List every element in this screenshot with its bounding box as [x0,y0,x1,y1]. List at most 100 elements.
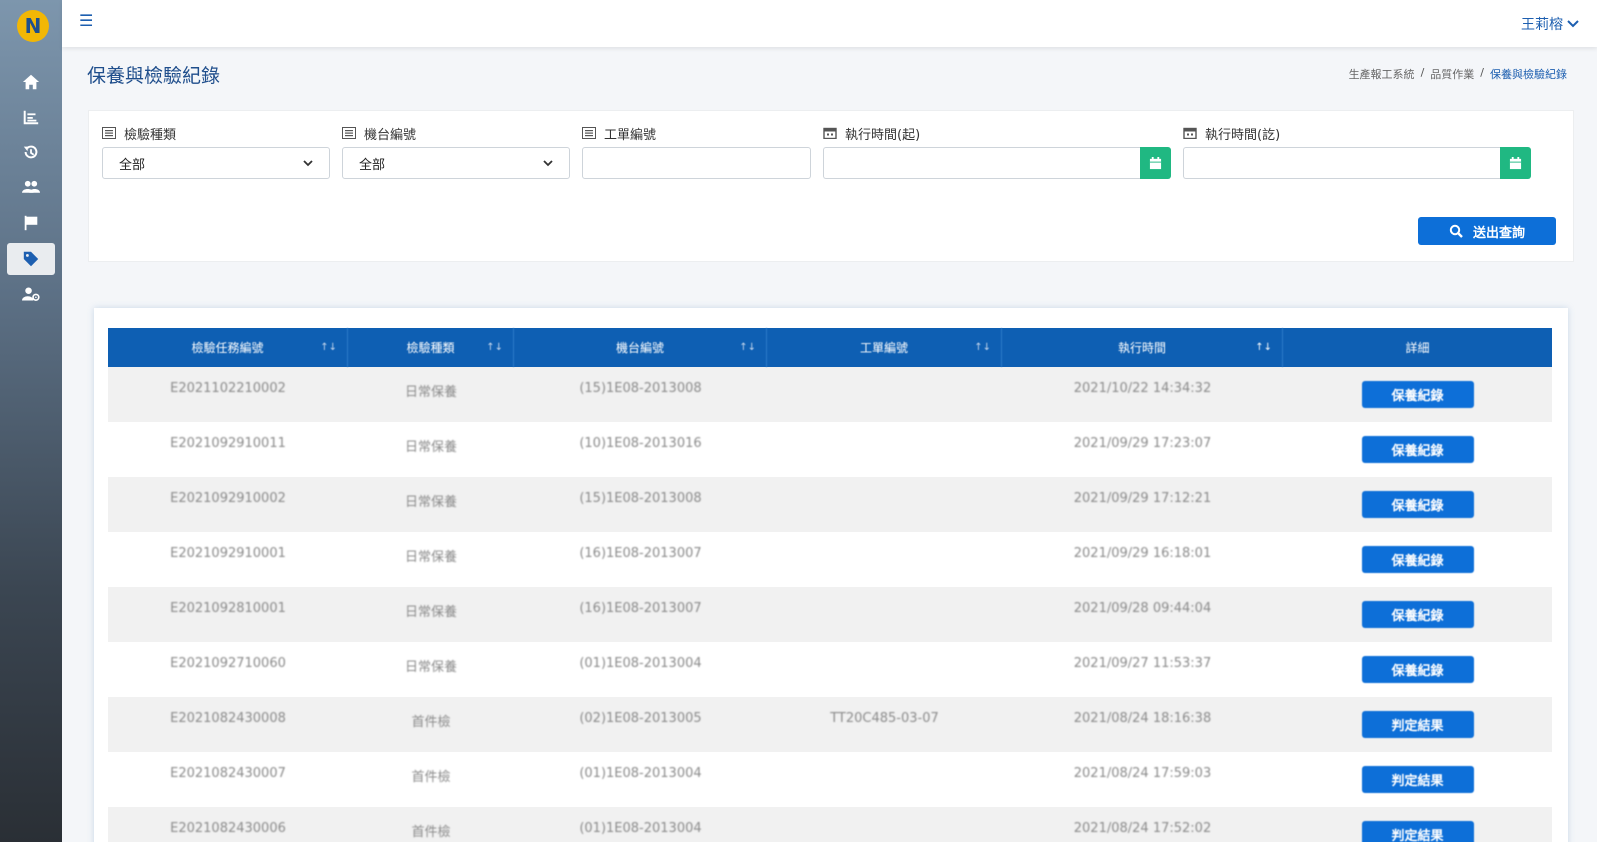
calendar-icon [823,127,837,139]
history-icon [23,145,38,159]
cell-machine-no: (15)1E08-2013008 [579,381,702,396]
cell-exec-time: 2021/08/24 17:52:02 [1073,821,1212,836]
sidebar-item-user-settings[interactable] [7,278,55,310]
cell-machine-no: (15)1E08-2013008 [579,491,702,506]
sidebar-item-tag[interactable] [7,243,55,275]
app-logo[interactable]: N [17,10,49,42]
detail-button[interactable]: 保養紀錄 [1361,381,1474,408]
exec-end-input[interactable] [1183,147,1500,179]
machine-no-select[interactable]: 全部 [342,147,570,179]
exec-end-field: 執行時間(訖) [1183,125,1531,179]
detail-button[interactable]: 保養紀錄 [1361,491,1474,518]
cell-task-id: E2021092910002 [170,491,286,506]
cell-detail: 保養紀錄 [1283,587,1552,642]
column-header-machine-no[interactable]: 機台編號 ↑↓ [514,328,767,367]
column-header-inspection-type[interactable]: 檢驗種類 ↑↓ [348,328,514,367]
exec-end-calendar-button[interactable] [1500,147,1531,179]
work-order-input[interactable] [582,147,811,179]
table-row: E2021082430007 首件檢 (01)1E08-2013004 2021… [108,752,1552,807]
machine-no-label: 機台編號 [342,125,570,143]
detail-button[interactable]: 判定結果 [1361,711,1474,738]
user-name: 王莉榕 [1521,17,1563,33]
column-header-exec-time[interactable]: 執行時間 ↑↓ [1002,328,1283,367]
work-order-field: 工單編號 [582,125,811,179]
chevron-down-icon [303,159,313,166]
cell-task-id: E2021082430008 [170,711,286,726]
detail-button[interactable]: 保養紀錄 [1361,601,1474,628]
cell-detail: 保養紀錄 [1283,642,1552,697]
submit-query-label: 送出查詢 [1472,225,1525,241]
sort-icon: ↑↓ [486,342,503,353]
detail-button[interactable]: 保養紀錄 [1361,436,1474,463]
menu-toggle-icon[interactable]: ☰ [79,13,93,29]
exec-end-datepicker [1183,147,1531,179]
detail-button[interactable]: 保養紀錄 [1361,546,1474,573]
cell-work-order [767,367,1002,422]
sidebar-item-history[interactable] [7,136,55,168]
exec-start-calendar-button[interactable] [1140,147,1171,179]
sidebar-item-flag[interactable] [7,207,55,239]
chevron-down-icon [543,159,553,166]
cell-task-id: E2021092910011 [170,436,286,451]
list-icon [582,127,596,139]
cell-work-order [767,642,1002,697]
cell-exec-time: 2021/09/27 11:53:37 [1073,656,1212,671]
breadcrumb-separator: / [1480,66,1484,79]
exec-start-input[interactable] [823,147,1140,179]
cell-inspection-type: 日常保養 [404,550,457,565]
search-icon [1449,224,1463,238]
breadcrumb-item[interactable]: 品質作業 [1430,66,1474,82]
field-label-text: 工單編號 [604,127,657,143]
detail-button[interactable]: 保養紀錄 [1361,656,1474,683]
exec-end-label: 執行時間(訖) [1183,125,1531,143]
users-icon [22,180,40,193]
table-row: E2021092910011 日常保養 (10)1E08-2013016 202… [108,422,1552,477]
submit-query-button[interactable]: 送出查詢 [1418,217,1556,245]
user-gear-icon [22,287,40,301]
table-row: E2021102210002 日常保養 (15)1E08-2013008 202… [108,367,1552,422]
sidebar-item-home[interactable] [7,66,55,98]
filter-panel: 檢驗種類 全部 機台編號 全部 工單編號 執行時間(起) 執行時間(訖) 送出查… [88,110,1574,262]
breadcrumb-current: 保養與檢驗紀錄 [1490,68,1567,81]
table-row: E2021082430008 首件檢 (02)1E08-2013005 TT20… [108,697,1552,752]
column-header-work-order[interactable]: 工單編號 ↑↓ [767,328,1002,367]
detail-button[interactable]: 判定結果 [1361,821,1474,842]
column-header-detail: 詳細 [1283,328,1552,367]
topbar: ☰ 王莉榕 [62,0,1597,47]
exec-start-datepicker [823,147,1171,179]
inspection-type-select[interactable]: 全部 [102,147,330,179]
sort-icon: ↑↓ [1255,342,1272,353]
cell-detail: 保養紀錄 [1283,532,1552,587]
sidebar-item-chart[interactable] [7,101,55,133]
header-label: 檢驗任務編號 [191,341,264,355]
inspection-type-field: 檢驗種類 全部 [102,125,330,179]
breadcrumb-separator: / [1420,66,1425,79]
breadcrumb-item[interactable]: 生產報工系統 [1349,66,1415,82]
cell-inspection-type: 首件檢 [411,770,451,785]
cell-exec-time: 2021/09/29 17:12:21 [1073,491,1212,506]
cell-machine-no: (01)1E08-2013004 [579,821,702,836]
table-row: E2021092910001 日常保養 (16)1E08-2013007 202… [108,532,1552,587]
cell-machine-no: (01)1E08-2013004 [579,656,702,671]
sort-icon: ↑↓ [974,342,991,353]
cell-task-id: E2021082430007 [170,766,286,781]
cell-machine-no: (16)1E08-2013007 [579,601,702,616]
sidebar-item-users[interactable] [7,171,55,203]
records-table: 檢驗任務編號 ↑↓ 檢驗種類 ↑↓ 機台編號 ↑↓ 工單編號 ↑↓ 執行時間 ↑↓ 詳細 … [108,328,1552,842]
cell-inspection-type: 日常保養 [404,495,457,510]
table-row: E2021082430006 首件檢 (01)1E08-2013004 2021… [108,807,1552,842]
cell-task-id: E2021092910001 [170,546,286,561]
field-label-text: 執行時間(起) [845,127,921,143]
column-header-task-id[interactable]: 檢驗任務編號 ↑↓ [108,328,348,367]
chevron-down-icon [1567,20,1579,28]
header-label: 工單編號 [859,341,908,355]
table-row: E2021092710060 日常保養 (01)1E08-2013004 202… [108,642,1552,697]
user-menu[interactable]: 王莉榕 [1521,14,1579,34]
exec-start-label: 執行時間(起) [823,125,1171,143]
header-label: 執行時間 [1117,341,1166,355]
field-label-text: 執行時間(訖) [1205,127,1281,143]
cell-inspection-type: 首件檢 [411,825,451,840]
header-label: 機台編號 [615,341,664,355]
detail-button[interactable]: 判定結果 [1361,766,1474,793]
machine-no-field: 機台編號 全部 [342,125,570,179]
